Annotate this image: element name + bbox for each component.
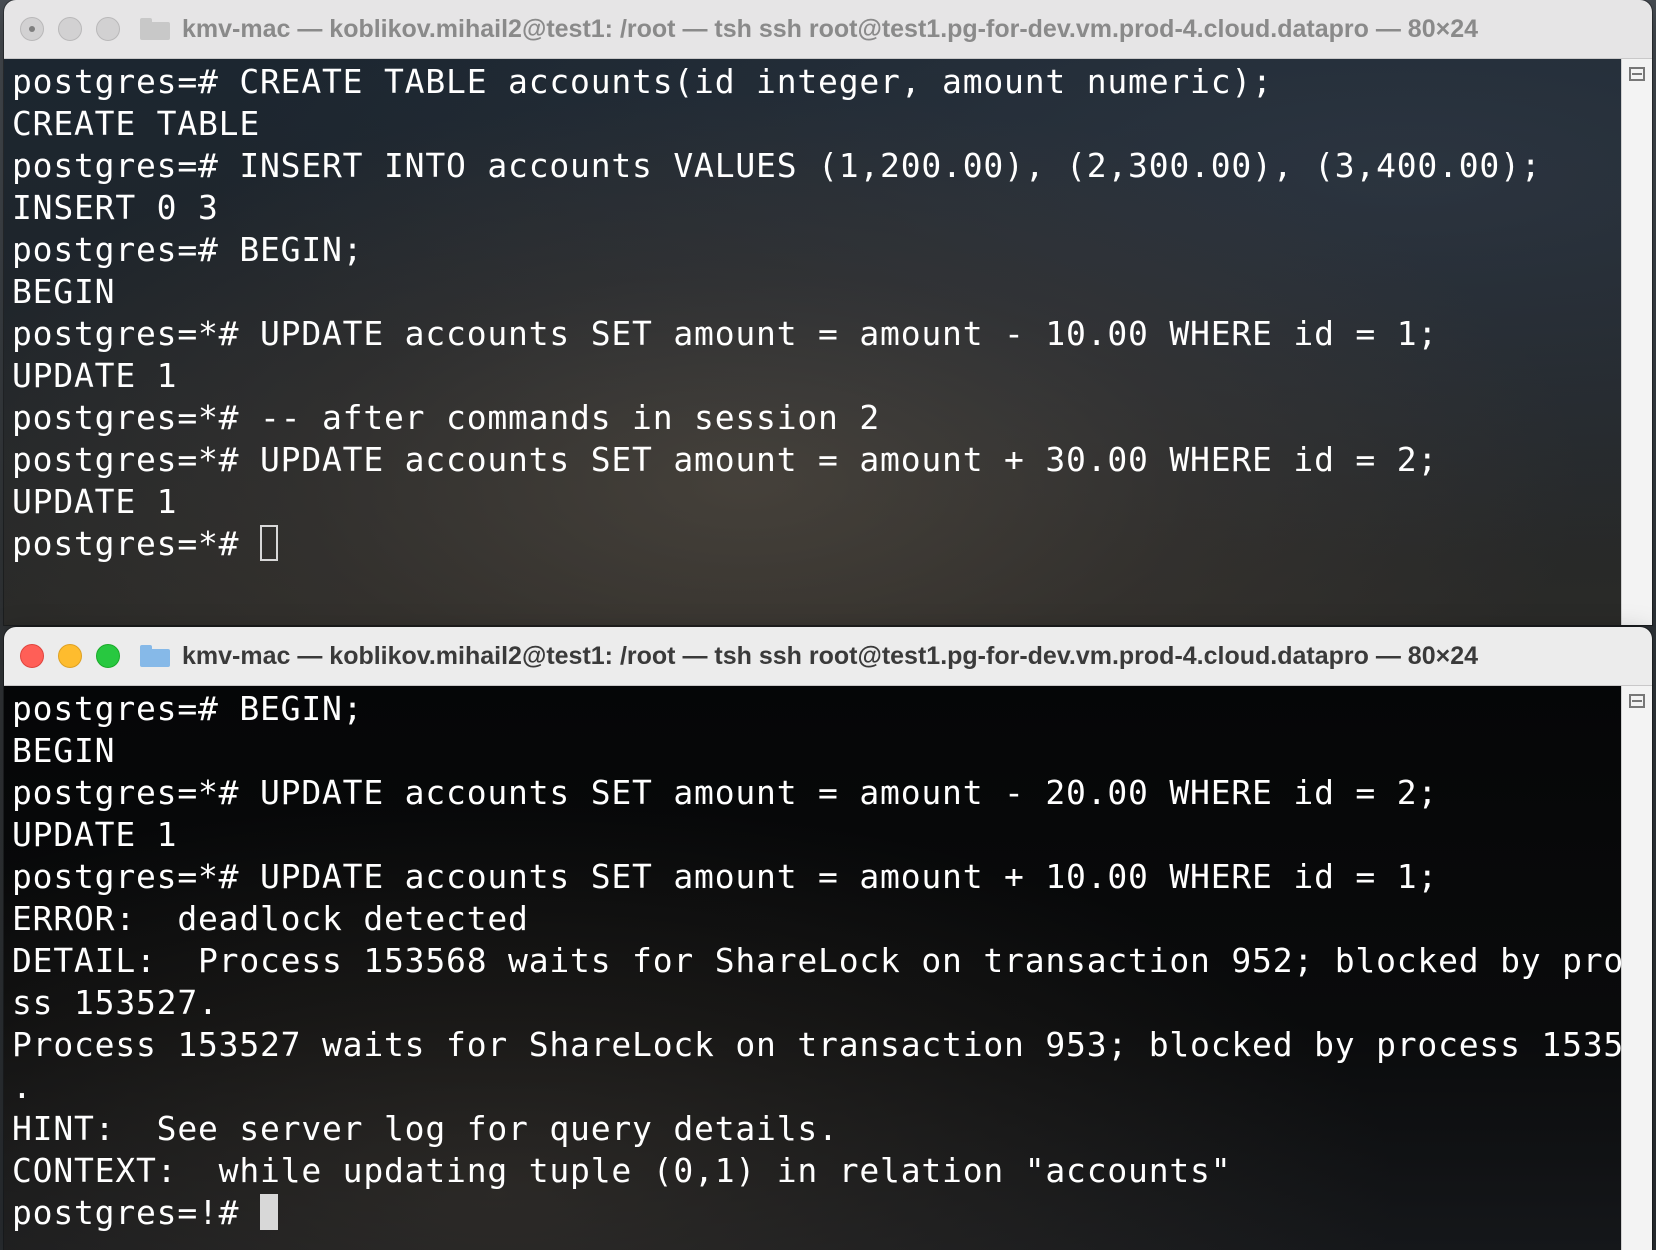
terminal-line: postgres=*# UPDATE accounts SET amount =… <box>12 773 1439 812</box>
terminal-window-session-2[interactable]: kmv-mac — koblikov.mihail2@test1: /root … <box>4 627 1652 1250</box>
terminal-line: BEGIN <box>12 731 116 770</box>
terminal-line: postgres=# BEGIN; <box>12 230 364 269</box>
minimize-button[interactable] <box>58 644 82 668</box>
terminal-line: ERROR: deadlock detected <box>12 899 529 938</box>
terminal-prompt-line[interactable]: postgres=!# <box>12 1192 1652 1234</box>
terminal-line: ss 153527. <box>12 983 219 1022</box>
terminal-window-session-1[interactable]: kmv-mac — koblikov.mihail2@test1: /root … <box>4 0 1652 625</box>
window-title-container: kmv-mac — koblikov.mihail2@test1: /root … <box>140 627 1652 685</box>
terminal-content[interactable]: postgres=# CREATE TABLE accounts(id inte… <box>4 59 1652 625</box>
terminal-line: CONTEXT: while updating tuple (0,1) in r… <box>12 1151 1232 1190</box>
scroll-handle-icon[interactable] <box>1629 694 1645 708</box>
scroll-handle-icon[interactable] <box>1629 67 1645 81</box>
terminal-line: . <box>12 1067 33 1106</box>
window-title: kmv-mac — koblikov.mihail2@test1: /root … <box>182 641 1479 670</box>
terminal-line: INSERT 0 3 <box>12 188 219 227</box>
folder-icon <box>140 18 170 40</box>
terminal-line: Process 153527 waits for ShareLock on tr… <box>12 1025 1652 1064</box>
terminal-line: BEGIN <box>12 272 116 311</box>
terminal-line: postgres=# CREATE TABLE accounts(id inte… <box>12 62 1273 101</box>
zoom-button[interactable] <box>96 644 120 668</box>
scrollbar[interactable] <box>1621 59 1652 625</box>
terminal-line: postgres=# BEGIN; <box>12 689 364 728</box>
window-title: kmv-mac — koblikov.mihail2@test1: /root … <box>182 14 1479 43</box>
terminal-line: postgres=*# UPDATE accounts SET amount =… <box>12 857 1439 896</box>
window-title-container: kmv-mac — koblikov.mihail2@test1: /root … <box>140 0 1652 58</box>
window-titlebar[interactable]: kmv-mac — koblikov.mihail2@test1: /root … <box>4 627 1652 686</box>
scrollbar[interactable] <box>1621 686 1652 1250</box>
close-button[interactable] <box>20 644 44 668</box>
terminal-prompt-line[interactable]: postgres=*# <box>12 523 1652 565</box>
terminal-line: UPDATE 1 <box>12 815 178 854</box>
terminal-output: postgres=# CREATE TABLE accounts(id inte… <box>12 59 1652 565</box>
terminal-line: postgres=# INSERT INTO accounts VALUES (… <box>12 146 1542 185</box>
window-controls <box>20 644 120 668</box>
folder-icon <box>140 645 170 667</box>
terminal-line: UPDATE 1 <box>12 482 178 521</box>
text-cursor <box>260 525 279 561</box>
shell-prompt: postgres=!# <box>12 1193 261 1232</box>
terminal-line: HINT: See server log for query details. <box>12 1109 839 1148</box>
window-titlebar[interactable]: kmv-mac — koblikov.mihail2@test1: /root … <box>4 0 1652 59</box>
text-cursor <box>260 1194 279 1230</box>
minimize-button[interactable] <box>58 17 82 41</box>
terminal-line: UPDATE 1 <box>12 356 178 395</box>
window-controls <box>20 17 120 41</box>
close-button[interactable] <box>20 17 44 41</box>
terminal-output: postgres=# BEGIN; BEGIN postgres=*# UPDATE… <box>12 686 1652 1234</box>
terminal-line: postgres=*# -- after commands in session… <box>12 398 881 437</box>
shell-prompt: postgres=*# <box>12 524 261 563</box>
terminal-line: CREATE TABLE <box>12 104 261 143</box>
terminal-line: DETAIL: Process 153568 waits for ShareLo… <box>12 941 1652 980</box>
terminal-content[interactable]: postgres=# BEGIN; BEGIN postgres=*# UPDATE… <box>4 686 1652 1250</box>
zoom-button[interactable] <box>96 17 120 41</box>
terminal-line: postgres=*# UPDATE accounts SET amount =… <box>12 314 1439 353</box>
terminal-line: postgres=*# UPDATE accounts SET amount =… <box>12 440 1439 479</box>
